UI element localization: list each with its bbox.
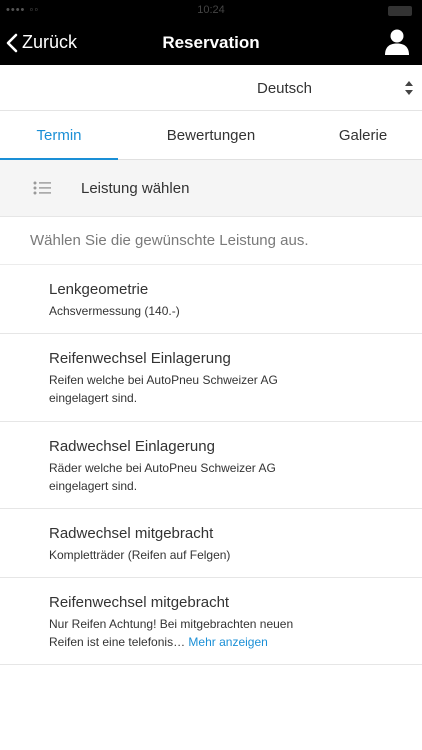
list-icon xyxy=(33,181,51,195)
language-select[interactable]: Deutsch xyxy=(248,72,420,104)
user-icon[interactable] xyxy=(382,27,412,57)
service-name: Radwechsel Einlagerung xyxy=(49,438,215,455)
service-list: Lenkgeometrie Achsvermessung (140.-) Rei… xyxy=(0,264,422,665)
service-name: Reifenwechsel mitgebracht xyxy=(49,594,230,611)
updown-arrows-icon xyxy=(405,81,413,95)
service-description: Nur Reifen Achtung! Bei mitgebrachten ne… xyxy=(49,617,294,631)
show-more-link[interactable]: Mehr anzeigen xyxy=(188,635,267,649)
instruction-text: Wählen Sie die gewünschte Leistung aus. xyxy=(30,232,309,249)
section-header: Leistung wählen xyxy=(0,160,422,217)
service-description: Räder welche bei AutoPneu Schweizer AG xyxy=(49,461,276,475)
nav-bar: Zurück Reservation xyxy=(0,20,422,65)
battery-icon xyxy=(388,6,412,16)
service-description-line2: eingelagert sind. xyxy=(49,391,138,405)
service-description-line2: eingelagert sind. xyxy=(49,479,138,493)
service-name: Lenkgeometrie xyxy=(49,281,149,298)
tab-bar: Termin Bewertungen Galerie xyxy=(0,111,422,160)
service-name: Radwechsel mitgebracht xyxy=(49,525,214,542)
service-item-lenkgeometrie[interactable]: Lenkgeometrie Achsvermessung (140.-) xyxy=(0,265,422,334)
back-label: Zurück xyxy=(22,32,78,52)
tab-bewertungen[interactable]: Bewertungen xyxy=(139,111,283,160)
service-item-reifenwechsel-einlagerung[interactable]: Reifenwechsel Einlagerung Reifen welche … xyxy=(0,334,422,422)
back-button[interactable]: Zurück xyxy=(6,20,77,65)
tab-termin[interactable]: Termin xyxy=(0,111,118,160)
section-title: Leistung wählen xyxy=(81,180,190,197)
service-description-line2: Reifen ist eine telefonis… Mehr anzeigen xyxy=(49,633,402,651)
service-item-reifenwechsel-mitgebracht[interactable]: Reifenwechsel mitgebracht Nur Reifen Ach… xyxy=(0,578,422,665)
language-row: Deutsch xyxy=(0,65,422,111)
service-description-truncated: Reifen ist eine telefonis… xyxy=(49,635,186,649)
service-item-radwechsel-mitgebracht[interactable]: Radwechsel mitgebracht Kompletträder (Re… xyxy=(0,509,422,578)
chevron-left-icon xyxy=(6,33,18,52)
status-bar: •••• ◦◦ 10:24 xyxy=(0,0,422,20)
language-selected-value: Deutsch xyxy=(257,79,313,97)
service-description: Kompletträder (Reifen auf Felgen) xyxy=(49,548,231,562)
service-description: Reifen welche bei AutoPneu Schweizer AG xyxy=(49,373,278,387)
service-item-radwechsel-einlagerung[interactable]: Radwechsel Einlagerung Räder welche bei … xyxy=(0,422,422,509)
status-time: 10:24 xyxy=(197,4,225,16)
service-description: Achsvermessung (140.-) xyxy=(49,304,180,318)
service-name: Reifenwechsel Einlagerung xyxy=(49,350,231,367)
tab-galerie[interactable]: Galerie xyxy=(316,111,410,160)
